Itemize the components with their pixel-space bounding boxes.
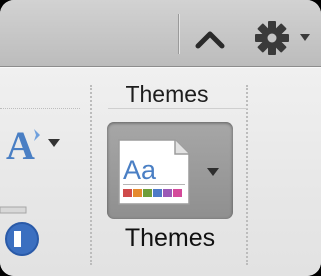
themes-group-title-divider xyxy=(108,108,248,109)
group-separator xyxy=(90,85,92,265)
group-title-divider xyxy=(0,108,80,110)
themes-thumbnail-text: Aa xyxy=(123,155,157,185)
chevron-down-icon xyxy=(300,34,310,41)
text-effects-button[interactable]: A xyxy=(4,121,68,168)
themes-button-label: Themes xyxy=(124,224,216,252)
ribbon-window: Themes A Aa Themes xyxy=(0,0,321,276)
theme-colors-button[interactable] xyxy=(0,205,40,263)
collapse-ribbon-button[interactable] xyxy=(186,16,234,60)
themes-button[interactable]: Aa xyxy=(107,122,233,219)
gear-icon xyxy=(255,21,310,55)
ribbon-highlight xyxy=(0,67,321,68)
themes-group-title: Themes xyxy=(125,81,209,107)
group-separator xyxy=(246,85,248,265)
settings-button[interactable] xyxy=(248,14,318,60)
dropdown-arrow-icon xyxy=(207,168,219,176)
title-bar xyxy=(0,0,321,67)
themes-document-icon: Aa xyxy=(118,139,219,205)
title-bar-divider xyxy=(178,14,180,54)
svg-text:A: A xyxy=(6,123,35,167)
chevron-up-icon xyxy=(195,31,225,49)
text-effects-icon: A xyxy=(6,123,60,168)
theme-colors-icon xyxy=(0,206,39,256)
